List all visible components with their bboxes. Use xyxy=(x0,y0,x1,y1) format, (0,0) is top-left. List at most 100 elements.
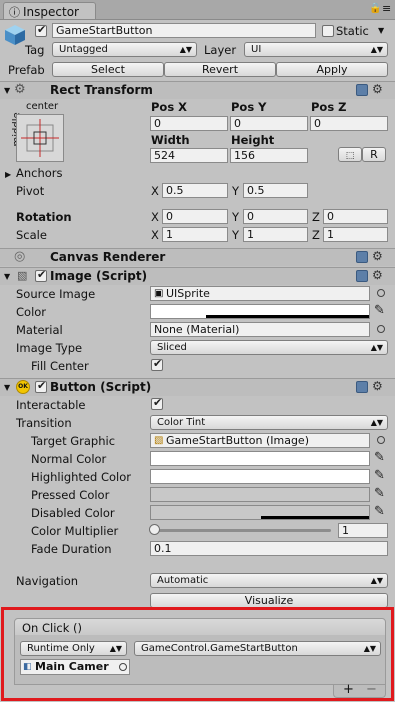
gameobject-active-checkbox[interactable] xyxy=(35,23,47,37)
help-book-icon[interactable] xyxy=(356,381,368,393)
raw-edit-button[interactable]: R xyxy=(362,147,386,162)
width-field[interactable]: 524 xyxy=(150,148,228,163)
normal-color-field[interactable] xyxy=(150,451,370,466)
gameobject-name-field[interactable]: GameStartButton xyxy=(52,23,316,38)
posz-field[interactable]: 0 xyxy=(310,116,388,131)
material-field[interactable]: None (Material) xyxy=(150,322,370,337)
scale-y-field[interactable]: 1 xyxy=(243,227,308,242)
rotation-y-field[interactable]: 0 xyxy=(243,209,308,224)
image-type-value: Sliced xyxy=(157,342,187,353)
transition-dropdown[interactable]: Color Tint ▲▼ xyxy=(150,415,388,430)
help-book-icon[interactable] xyxy=(356,270,368,282)
eyedropper-icon[interactable]: ✎ xyxy=(374,504,385,519)
object-picker-icon[interactable] xyxy=(377,289,385,297)
button-script-header[interactable]: ▼ OK Button (Script) ⚙ xyxy=(0,378,395,396)
scale-x-field[interactable]: 1 xyxy=(162,227,228,242)
anchors-label[interactable]: Anchors xyxy=(16,166,63,180)
rect-transform-header[interactable]: ▼ ⚙ Rect Transform ⚙ xyxy=(0,81,395,99)
chevron-down-icon: ▲▼ xyxy=(370,343,383,352)
layer-dropdown[interactable]: UI ▲▼ xyxy=(244,42,388,57)
target-graphic-field[interactable]: ▧ GameStartButton (Image) xyxy=(150,433,370,448)
navigation-label: Navigation xyxy=(16,574,79,588)
scale-z-label: Z xyxy=(312,228,320,242)
canvas-renderer-header[interactable]: ◎ Canvas Renderer ⚙ xyxy=(0,248,395,266)
image-script-title: Image (Script) xyxy=(50,269,148,283)
lock-icon[interactable]: 🔒 xyxy=(369,3,381,14)
target-object-field[interactable]: ◧ Main Camer xyxy=(20,659,130,675)
fade-duration-field[interactable]: 0.1 xyxy=(150,541,388,556)
scale-label: Scale xyxy=(16,228,47,242)
onclick-header: On Click () xyxy=(14,618,386,636)
static-dropdown-icon[interactable]: ▼ xyxy=(378,26,384,35)
eyedropper-icon[interactable]: ✎ xyxy=(374,303,385,318)
object-picker-icon[interactable] xyxy=(377,436,385,444)
anchors-fold-arrow-icon[interactable]: ▶ xyxy=(5,170,11,179)
scale-x-label: X xyxy=(151,228,159,242)
help-book-icon[interactable] xyxy=(356,251,368,263)
pressed-color-field[interactable] xyxy=(150,487,370,502)
gameobject-cube-icon: ◧ xyxy=(23,662,32,672)
visualize-button[interactable]: Visualize xyxy=(150,593,388,608)
static-checkbox[interactable] xyxy=(322,25,334,37)
color-multiplier-slider[interactable] xyxy=(153,529,331,532)
highlighted-color-field[interactable] xyxy=(150,469,370,484)
chevron-down-icon: ▲▼ xyxy=(179,45,192,54)
color-multiplier-field[interactable]: 1 xyxy=(338,523,388,538)
fold-arrow-icon[interactable]: ▼ xyxy=(4,383,10,392)
navigation-dropdown[interactable]: Automatic ▲▼ xyxy=(150,573,388,588)
slider-handle[interactable] xyxy=(149,524,160,535)
disabled-color-field[interactable] xyxy=(150,505,370,520)
tag-dropdown[interactable]: Untagged ▲▼ xyxy=(52,42,197,57)
settings-gear-icon[interactable]: ⚙ xyxy=(372,268,383,282)
object-picker-icon[interactable] xyxy=(119,663,127,671)
source-image-field[interactable]: ▣ UISprite xyxy=(150,286,370,301)
interactable-label: Interactable xyxy=(16,398,86,412)
pivot-x-field[interactable]: 0.5 xyxy=(162,183,228,198)
settings-gear-icon[interactable]: ⚙ xyxy=(372,379,383,393)
add-event-button[interactable]: + xyxy=(343,682,354,697)
image-type-dropdown[interactable]: Sliced ▲▼ xyxy=(150,340,388,355)
settings-gear-icon[interactable]: ⚙ xyxy=(372,249,383,263)
width-label: Width xyxy=(151,133,190,147)
fold-arrow-icon[interactable]: ▼ xyxy=(4,86,10,95)
image-script-header[interactable]: ▼ ▧ Image (Script) ⚙ xyxy=(0,267,395,285)
eyedropper-icon[interactable]: ✎ xyxy=(374,486,385,501)
settings-gear-icon[interactable]: ⚙ xyxy=(372,82,383,96)
function-dropdown[interactable]: GameControl.GameStartButton ▲▼ xyxy=(134,641,381,656)
gameobject-cube-icon xyxy=(3,23,27,47)
rotation-z-field[interactable]: 0 xyxy=(323,209,388,224)
prefab-apply-button[interactable]: Apply xyxy=(276,62,388,77)
posx-field[interactable]: 0 xyxy=(150,116,228,131)
fold-arrow-icon[interactable]: ▼ xyxy=(4,272,10,281)
tab-menu-icon[interactable]: ≡ xyxy=(382,2,391,15)
image-enabled-checkbox[interactable] xyxy=(35,268,47,282)
anchor-presets-button[interactable] xyxy=(16,114,64,162)
interactable-checkbox[interactable] xyxy=(151,396,163,410)
object-picker-icon[interactable] xyxy=(377,325,385,333)
rotation-x-field[interactable]: 0 xyxy=(162,209,228,224)
blueprint-mode-button[interactable]: ⬚ xyxy=(338,147,362,162)
posz-label: Pos Z xyxy=(311,100,347,114)
eyedropper-icon[interactable]: ✎ xyxy=(374,468,385,483)
runtime-dropdown[interactable]: Runtime Only ▲▼ xyxy=(20,641,127,656)
prefab-select-button[interactable]: Select xyxy=(52,62,164,77)
pivot-label: Pivot xyxy=(16,184,45,198)
canvas-renderer-icon: ◎ xyxy=(14,249,26,264)
remove-event-button[interactable]: − xyxy=(366,682,377,697)
posy-field[interactable]: 0 xyxy=(230,116,308,131)
prefab-revert-button[interactable]: Revert xyxy=(164,62,276,77)
fill-center-checkbox[interactable] xyxy=(151,357,163,371)
image-color-field[interactable] xyxy=(150,304,370,319)
eyedropper-icon[interactable]: ✎ xyxy=(374,450,385,465)
layer-value: UI xyxy=(251,44,262,55)
image-component-icon: ▧ xyxy=(17,269,28,282)
scale-z-field[interactable]: 1 xyxy=(323,227,388,242)
tab-inspector[interactable]: ⓘ Inspector xyxy=(3,2,96,19)
scale-y-label: Y xyxy=(232,228,240,242)
help-book-icon[interactable] xyxy=(356,84,368,96)
button-script-title: Button (Script) xyxy=(50,380,152,394)
button-enabled-checkbox[interactable] xyxy=(35,379,47,393)
pivot-y-field[interactable]: 0.5 xyxy=(243,183,308,198)
chevron-down-icon: ▲▼ xyxy=(370,418,383,427)
height-field[interactable]: 156 xyxy=(230,148,308,163)
